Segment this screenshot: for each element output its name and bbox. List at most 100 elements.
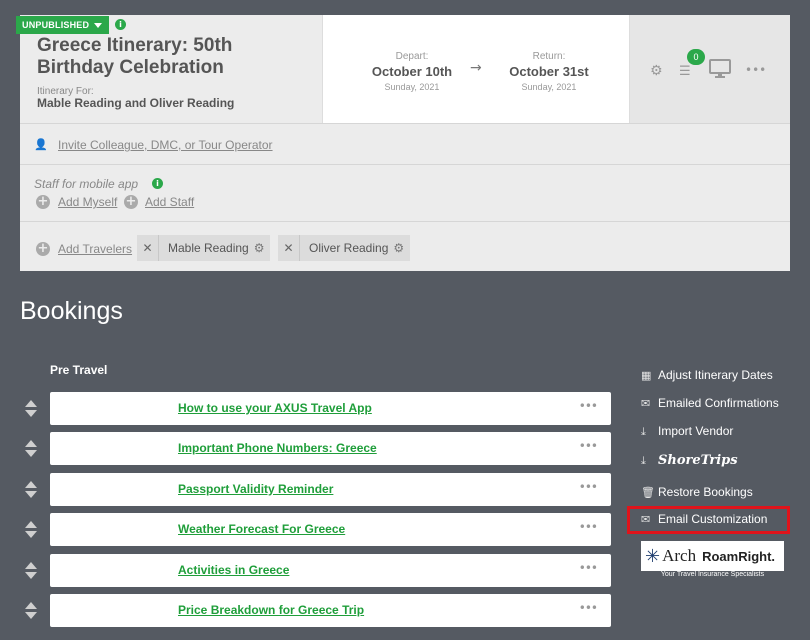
return-date: Return: October 31st Sunday, 2021 <box>494 51 604 92</box>
add-staff-link[interactable]: Add Staff <box>145 195 194 209</box>
booking-title-link[interactable]: Activities in Greece <box>178 563 289 577</box>
more-options-icon[interactable]: ••• <box>579 561 598 575</box>
adjust-dates-link[interactable]: ▦ Adjust Itinerary Dates <box>641 368 773 382</box>
return-day: Sunday, 2021 <box>521 82 577 92</box>
drag-handle-icon[interactable] <box>24 440 38 458</box>
page-title: Greece Itinerary: 50th Birthday Celebrat… <box>37 35 317 79</box>
booking-title-link[interactable]: Price Breakdown for Greece Trip <box>178 603 364 617</box>
trash-icon: 🗑 <box>641 486 655 499</box>
itinerary-for-names: Mable Reading and Oliver Reading <box>37 96 235 110</box>
itinerary-card: UNPUBLISHED i Greece Itinerary: 50th Bir… <box>16 15 790 271</box>
traveler-name: Oliver Reading <box>309 241 389 255</box>
envelope-icon: ✉ <box>641 397 651 410</box>
info-icon[interactable]: i <box>115 19 126 30</box>
return-date-value: October 31st <box>509 64 589 79</box>
booking-row: Activities in Greece ••• <box>20 554 611 587</box>
depart-day: Sunday, 2021 <box>384 82 440 92</box>
restore-bookings-link[interactable]: 🗑 Restore Bookings <box>641 485 753 499</box>
booking-card: Weather Forecast For Greece ••• <box>50 513 611 546</box>
staff-row: Staff for mobile app i + Add Myself + Ad… <box>20 164 790 221</box>
restore-bookings-label: Restore Bookings <box>658 485 753 499</box>
plus-circle-icon: + <box>36 241 50 256</box>
highlight-box <box>627 506 790 534</box>
import-vendor-link[interactable]: ⤓ Import Vendor <box>641 424 733 439</box>
more-options-icon[interactable]: ••• <box>579 439 598 453</box>
more-options-icon[interactable]: ••• <box>579 601 598 615</box>
traveler-name: Mable Reading <box>168 241 249 255</box>
drag-handle-icon[interactable] <box>24 562 38 580</box>
adjust-dates-label: Adjust Itinerary Dates <box>658 368 773 382</box>
depart-date: Depart: October 10th Sunday, 2021 <box>357 51 467 92</box>
booking-title-link[interactable]: Weather Forecast For Greece <box>178 522 345 536</box>
depart-label: Depart: <box>395 51 429 62</box>
booking-row: How to use your AXUS Travel App ••• <box>20 392 611 425</box>
booking-row: Passport Validity Reminder ••• <box>20 473 611 506</box>
itinerary-actions: ⚙ 0 ☰ ••• <box>629 15 790 123</box>
itinerary-title-block: UNPUBLISHED i Greece Itinerary: 50th Bir… <box>16 15 323 123</box>
booking-row: Important Phone Numbers: Greece ••• <box>20 432 611 465</box>
booking-card: Passport Validity Reminder ••• <box>50 473 611 506</box>
emailed-confirmations-link[interactable]: ✉ Emailed Confirmations <box>641 396 779 410</box>
drag-handle-icon[interactable] <box>24 400 38 418</box>
booking-card: How to use your AXUS Travel App ••• <box>50 392 611 425</box>
booking-card: Activities in Greece ••• <box>50 554 611 587</box>
invite-row: 👤 Invite Colleague, DMC, or Tour Operato… <box>20 123 790 164</box>
download-icon: ⤓ <box>641 454 646 467</box>
info-icon[interactable]: i <box>152 178 163 189</box>
download-icon: ⤓ <box>641 425 646 438</box>
star-burst-icon: ✳ <box>645 545 661 567</box>
arch-brand: Arch <box>662 546 697 565</box>
remove-icon[interactable]: ✕ <box>137 235 159 261</box>
arch-roamright-logo[interactable]: ✳ Arch RoamRight. <box>641 541 784 571</box>
checklist-icon[interactable]: ☰ <box>679 64 691 79</box>
plus-circle-icon: + <box>36 194 50 209</box>
booking-row: Weather Forecast For Greece ••• <box>20 513 611 546</box>
import-vendor-label: Import Vendor <box>658 424 734 438</box>
task-count-badge: 0 <box>687 49 705 65</box>
traveler-chip: ✕ Oliver Reading ⚙ <box>278 235 411 261</box>
monitor-icon[interactable] <box>709 59 731 83</box>
booking-title-link[interactable]: Important Phone Numbers: Greece <box>178 441 377 455</box>
itinerary-header: UNPUBLISHED i Greece Itinerary: 50th Bir… <box>16 15 790 123</box>
shoretrips-logo: ShoreTrips <box>658 453 738 468</box>
drag-handle-icon[interactable] <box>24 602 38 620</box>
more-options-icon[interactable]: ••• <box>579 399 598 413</box>
roamright-brand: RoamRight. <box>702 548 776 564</box>
booking-title-link[interactable]: Passport Validity Reminder <box>178 482 333 496</box>
return-label: Return: <box>532 51 566 62</box>
travel-dates[interactable]: Depart: October 10th Sunday, 2021 → Retu… <box>323 15 629 123</box>
publish-status-label: UNPUBLISHED <box>22 20 90 30</box>
gear-icon[interactable]: ⚙ <box>650 63 663 79</box>
title-line-2: Birthday Celebration <box>37 57 224 78</box>
add-person-icon: 👤 <box>34 138 48 151</box>
booking-card: Important Phone Numbers: Greece ••• <box>50 432 611 465</box>
drag-handle-icon[interactable] <box>24 481 38 499</box>
booking-row: Price Breakdown for Greece Trip ••• <box>20 594 611 627</box>
more-options-icon[interactable]: ••• <box>579 480 598 494</box>
gear-icon[interactable]: ⚙ <box>393 241 410 255</box>
add-travelers-link[interactable]: Add Travelers <box>58 242 132 256</box>
plus-circle-icon: + <box>124 194 138 209</box>
publish-status-dropdown[interactable]: UNPUBLISHED <box>16 16 109 34</box>
more-options-icon[interactable]: ••• <box>579 520 598 534</box>
add-myself-link[interactable]: Add Myself <box>58 195 117 209</box>
invite-colleague-link[interactable]: Invite Colleague, DMC, or Tour Operator <box>58 138 273 152</box>
bookings-heading: Bookings <box>20 297 123 325</box>
emailed-confirmations-label: Emailed Confirmations <box>658 396 779 410</box>
section-label: Pre Travel <box>50 363 108 377</box>
drag-handle-icon[interactable] <box>24 521 38 539</box>
depart-date-value: October 10th <box>371 64 453 79</box>
arrow-right-icon: → <box>470 60 482 76</box>
traveler-chip: ✕ Mable Reading ⚙ <box>137 235 271 261</box>
shoretrips-link[interactable]: ⤓ ShoreTrips <box>641 453 738 468</box>
chevron-down-icon <box>94 23 102 28</box>
calendar-icon: ▦ <box>641 369 652 382</box>
title-line-1: Greece Itinerary: 50th <box>37 35 233 56</box>
remove-icon[interactable]: ✕ <box>278 235 300 261</box>
staff-label: Staff for mobile app <box>34 177 139 191</box>
booking-card: Price Breakdown for Greece Trip ••• <box>50 594 611 627</box>
more-options-icon[interactable]: ••• <box>745 63 766 77</box>
insurance-tagline: Your Travel Insurance Specialists <box>660 571 765 578</box>
booking-title-link[interactable]: How to use your AXUS Travel App <box>178 401 372 415</box>
gear-icon[interactable]: ⚙ <box>254 241 271 255</box>
